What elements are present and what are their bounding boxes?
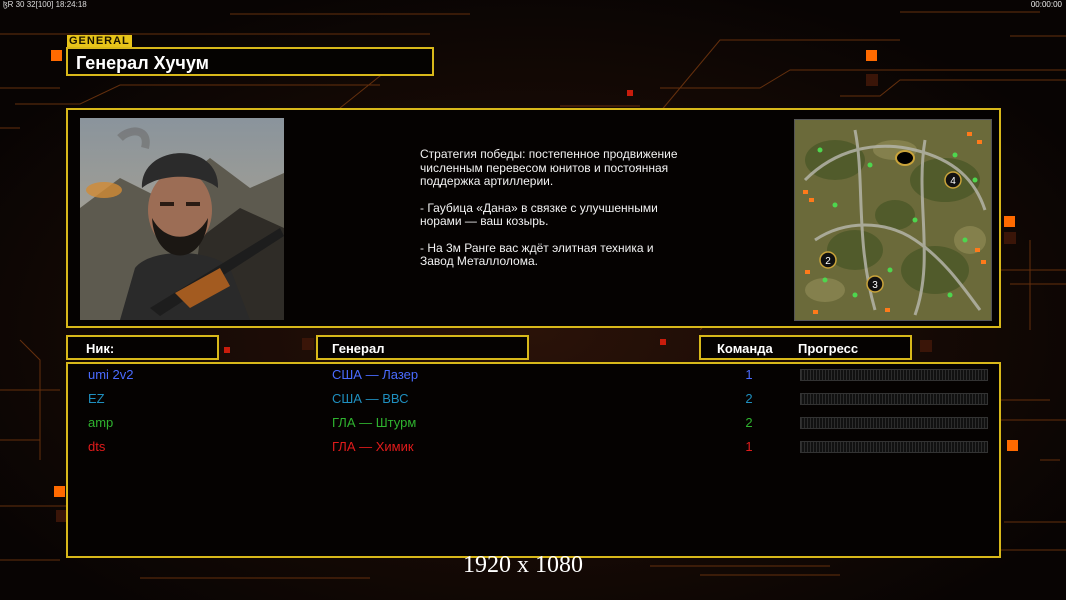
svg-text:4: 4 <box>950 176 956 187</box>
timer: 00:00:00 <box>1030 0 1062 9</box>
fps-stats: ɮR 30 32[100] 18:24:18 <box>3 0 87 9</box>
general-title-box: Генерал Хучум <box>66 47 434 76</box>
player-row: dts ГЛА — Химик 1 <box>68 437 1003 457</box>
strategy-tip-1: - Гаубица «Дана» в связке с улучшенными … <box>420 200 658 228</box>
column-progress-label: Прогресс <box>798 341 859 356</box>
player-general: США — ВВС <box>332 391 409 406</box>
start-position-2: 2 <box>819 251 837 269</box>
player-progress-bar <box>800 369 988 381</box>
svg-text:3: 3 <box>872 280 878 291</box>
player-general: ГЛА — Химик <box>332 439 414 454</box>
strategy-tip-2: - На 3м Ранге вас ждёт элитная техника и… <box>420 240 654 268</box>
column-nick-label: Ник: <box>86 341 115 356</box>
debug-overlay: ɮR 30 32[100] 18:24:18 00:00:00 <box>0 0 1066 10</box>
player-general: США — Лазер <box>332 367 419 382</box>
player-progress-bar <box>800 393 988 405</box>
player-nick: EZ <box>88 391 105 406</box>
column-team-progress: Команда Прогресс <box>699 335 912 360</box>
start-position-3: 3 <box>866 275 884 293</box>
player-progress-bar <box>800 417 988 429</box>
general-portrait <box>80 118 284 320</box>
player-team: 1 <box>745 439 753 454</box>
player-nick: amp <box>88 415 114 430</box>
player-team: 2 <box>745 415 753 430</box>
column-nick: Ник: <box>66 335 219 360</box>
player-team: 2 <box>745 391 753 406</box>
player-progress-bar <box>800 441 988 453</box>
column-general: Генерал <box>316 335 529 360</box>
player-general: ГЛА — Штурм <box>332 415 417 430</box>
players-panel: umi 2v2 США — Лазер 1 EZ США — ВВС 2 amp… <box>66 362 1001 558</box>
player-row: umi 2v2 США — Лазер 1 <box>68 365 1003 385</box>
resolution-caption: 1920 x 1080 <box>463 552 583 578</box>
player-team: 1 <box>745 367 753 382</box>
column-general-label: Генерал <box>332 341 385 356</box>
player-nick: dts <box>88 439 106 454</box>
player-nick: umi 2v2 <box>88 367 134 382</box>
player-row: EZ США — ВВС 2 <box>68 389 1003 409</box>
start-position-4: 4 <box>944 171 962 189</box>
svg-text:2: 2 <box>825 256 831 267</box>
general-tag: GENERAL <box>67 35 132 47</box>
column-team-label: Команда <box>717 341 773 356</box>
strategy-summary: Стратегия победы: постепенное продвижени… <box>420 147 678 188</box>
general-name: Генерал Хучум <box>76 53 209 73</box>
strategy-text: Стратегия победы: постепенное продвижени… <box>420 147 680 282</box>
minimap: 4 2 3 <box>794 119 992 321</box>
player-row: amp ГЛА — Штурм 2 <box>68 413 1003 433</box>
